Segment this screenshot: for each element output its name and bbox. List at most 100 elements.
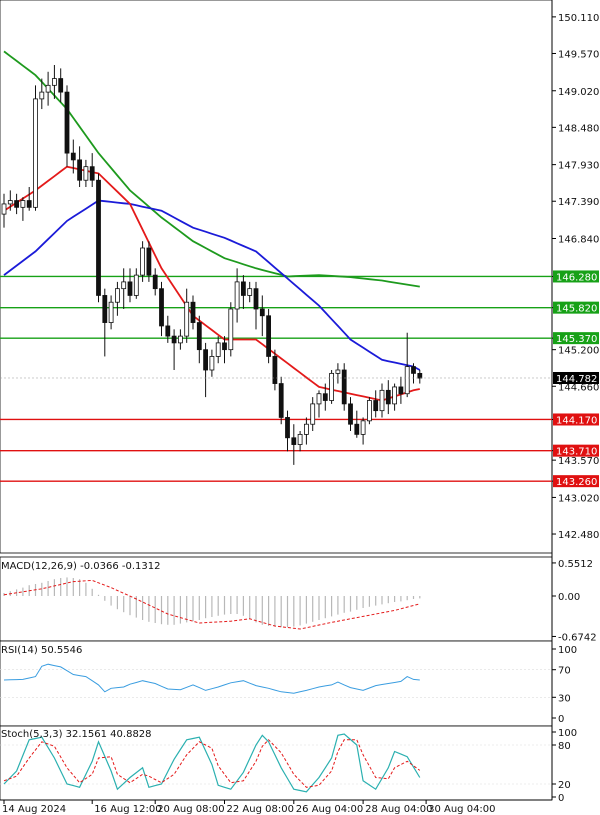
stoch-tick-label: 20 <box>558 780 571 791</box>
price-tick-label: 146.840 <box>558 235 599 246</box>
bear-candle <box>348 403 353 425</box>
trading-chart[interactable]: 150.110 149.570 149.020 148.480 147.930 147.3… <box>0 0 600 815</box>
resistance-level-label: 146.280 <box>556 272 597 283</box>
rsi-tick-label: 70 <box>558 666 571 677</box>
bear-candle <box>146 247 152 276</box>
bull-candle <box>379 389 385 412</box>
rsi-tick-label: 30 <box>558 693 571 704</box>
bull-candle <box>366 400 372 422</box>
macd-tick-label: 0.5512 <box>558 559 593 570</box>
bear-candle <box>102 295 108 323</box>
bull-candle <box>108 301 114 323</box>
support-level-label: 143.710 <box>556 447 597 458</box>
bull-candle <box>329 372 335 401</box>
bull-candle <box>404 366 410 395</box>
macd-label: MACD(12,26,9) -0.0366 -0.1312 <box>1 561 161 572</box>
bull-candle <box>177 335 183 344</box>
bear-candle <box>196 322 202 351</box>
bull-candle <box>1 203 7 215</box>
bear-candle <box>222 342 227 351</box>
bull-candle <box>360 420 366 435</box>
bear-candle <box>266 315 272 357</box>
bull-candle <box>133 274 139 296</box>
bear-candle <box>26 200 32 208</box>
time-tick-label: 30 Aug 04:00 <box>428 804 495 815</box>
bear-candle <box>89 166 95 181</box>
bear-candle <box>385 389 391 405</box>
price-tick-label: 142.480 <box>558 530 599 541</box>
stoch-label: Stoch(5,3,3) 32.1561 40.8828 <box>1 729 152 740</box>
macd-tick-label: -0.6742 <box>558 632 597 643</box>
bear-candle <box>14 200 20 208</box>
bull-candle <box>33 98 38 208</box>
bear-candle <box>253 288 259 310</box>
bear-candle <box>127 281 133 296</box>
bear-candle <box>278 383 284 418</box>
bear-candle <box>77 159 82 181</box>
bear-candle <box>322 393 328 401</box>
bear-candle <box>240 281 246 296</box>
stoch-tick-label: 80 <box>558 741 571 752</box>
rsi-tick-label: 100 <box>558 645 577 656</box>
resistance-level-label: 145.820 <box>556 304 597 315</box>
bull-candle <box>83 166 89 181</box>
bear-candle <box>165 325 171 337</box>
price-tick-label: 143.570 <box>558 456 599 467</box>
time-tick-label: 20 Aug 08:00 <box>157 804 224 815</box>
rsi-panel <box>0 640 553 727</box>
time-tick-label: 26 Aug 04:00 <box>296 804 363 815</box>
bull-candle <box>45 84 51 93</box>
bear-candle <box>70 152 76 161</box>
bull-candle <box>392 386 398 405</box>
bear-candle <box>411 366 416 374</box>
bull-candle <box>121 281 127 290</box>
stoch-tick-label: 0 <box>558 793 564 804</box>
bull-candle <box>297 433 303 445</box>
bear-candle <box>291 437 297 445</box>
bear-candle <box>159 288 164 327</box>
bull-candle <box>228 308 234 351</box>
bear-candle <box>417 372 423 379</box>
bear-candle <box>354 423 360 435</box>
bear-candle <box>398 386 404 395</box>
bull-candle <box>247 288 253 296</box>
bear-candle <box>64 91 70 154</box>
support-level-label: 143.260 <box>556 477 597 488</box>
bull-candle <box>209 356 215 371</box>
bull-candle <box>39 91 45 100</box>
bear-candle <box>58 78 64 93</box>
rsi-tick-label: 0 <box>558 714 564 725</box>
time-tick-label: 22 Aug 08:00 <box>227 804 294 815</box>
price-tick-label: 149.570 <box>558 49 599 60</box>
price-tick-label: 149.020 <box>558 87 599 98</box>
bear-candle <box>272 356 278 384</box>
price-tick-label: 145.200 <box>558 346 599 357</box>
bull-candle <box>303 423 309 435</box>
bear-candle <box>96 179 101 296</box>
price-tick-label: 148.480 <box>558 123 599 134</box>
bull-candle <box>215 342 221 357</box>
support-level-label: 144.170 <box>556 415 597 426</box>
bull-candle <box>52 78 57 86</box>
bull-candle <box>20 200 26 208</box>
price-tick-label: 143.020 <box>558 493 599 504</box>
bear-candle <box>152 274 158 290</box>
price-tick-label: 150.110 <box>558 13 599 24</box>
macd-tick-label: 0.00 <box>558 592 580 603</box>
time-tick-label: 16 Aug 12:00 <box>94 804 161 815</box>
bull-candle <box>335 369 341 374</box>
stoch-tick-label: 100 <box>558 728 577 739</box>
price-tick-label: 147.930 <box>558 161 599 172</box>
rsi-label: RSI(14) 50.5546 <box>1 645 82 656</box>
bull-candle <box>316 393 322 405</box>
bear-candle <box>190 301 196 323</box>
bull-candle <box>140 247 146 276</box>
price-tick-label: 147.390 <box>558 197 599 208</box>
bear-candle <box>203 349 209 371</box>
resistance-level-label: 145.370 <box>556 334 597 345</box>
bull-candle <box>184 301 190 337</box>
bear-candle <box>171 335 177 344</box>
bull-candle <box>310 403 316 425</box>
bull-candle <box>115 288 120 303</box>
time-tick-label: 14 Aug 2024 <box>2 804 66 815</box>
